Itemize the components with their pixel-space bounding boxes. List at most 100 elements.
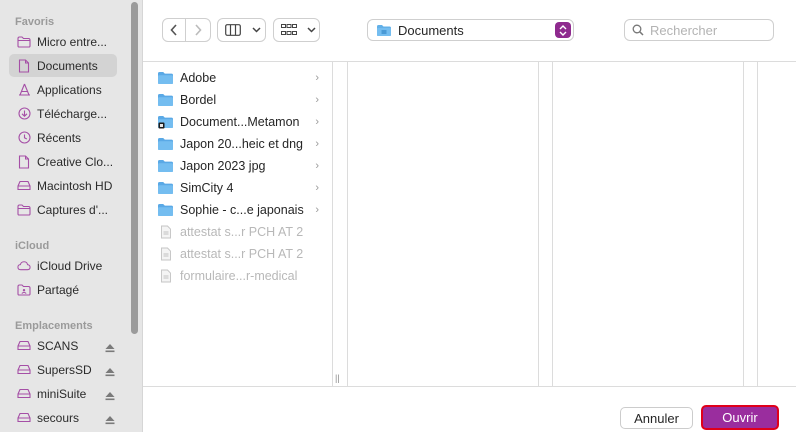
clock-icon [17, 131, 31, 145]
sidebar-item[interactable]: Partagé [9, 278, 117, 301]
drive-icon [17, 363, 31, 377]
file-name: Document...Metamon [180, 115, 300, 129]
sidebar-item[interactable]: SCANS [9, 334, 117, 357]
updown-chevron-icon [555, 22, 571, 38]
chevron-right-icon: › [315, 182, 319, 194]
eject-icon[interactable] [105, 412, 115, 425]
sidebar-item-label: Partagé [37, 282, 80, 297]
folder-icon [157, 137, 174, 151]
sidebar-item[interactable]: Creative Clo... [9, 150, 117, 173]
document-icon [17, 154, 31, 169]
sidebar-item[interactable]: Captures d'... [9, 198, 117, 221]
sidebar-item-label: Documents [37, 58, 98, 73]
folder-icon [157, 159, 174, 173]
file-list-item[interactable]: Bordel › [157, 89, 333, 111]
view-mode-menu[interactable] [217, 18, 266, 42]
sidebar-item[interactable]: Applications [9, 78, 117, 101]
file-list-item[interactable]: Japon 20...heic et dng › [157, 133, 333, 155]
sidebar-item-label: Creative Clo... [37, 154, 114, 169]
forward-button[interactable] [186, 19, 210, 41]
file-icon [157, 247, 174, 261]
sidebar-item[interactable]: Macintosh HD [9, 174, 117, 197]
grid-icon [274, 19, 303, 41]
column-divider [347, 62, 348, 386]
folder-icon [376, 24, 392, 37]
drive-icon [17, 387, 31, 401]
file-list-item[interactable]: Sophie - c...e japonais › [157, 199, 333, 221]
sidebar-item-label: Récents [37, 130, 82, 145]
file-list-item[interactable]: Adobe › [157, 67, 333, 89]
column-divider [757, 62, 758, 386]
file-name: attestat s...r PCH AT 2 [180, 247, 304, 261]
chevron-right-icon: › [315, 94, 319, 106]
eject-icon[interactable] [105, 340, 115, 353]
folder-icon [17, 35, 31, 49]
eject-icon[interactable] [105, 364, 115, 377]
column-resize-handle[interactable]: || [335, 373, 340, 383]
file-name: Japon 2023 jpg [180, 159, 266, 173]
file-name: Adobe [180, 71, 217, 85]
history-nav [162, 18, 211, 42]
search-input[interactable] [650, 22, 760, 38]
chevron-right-icon: › [315, 160, 319, 172]
file-list-item[interactable]: Document...Metamon › [157, 111, 333, 133]
group-menu[interactable] [273, 18, 320, 42]
folder-icon [157, 93, 174, 107]
file-icon [157, 269, 174, 283]
drive-icon [17, 411, 31, 425]
applications-icon [17, 83, 31, 97]
file-list-item[interactable]: Japon 2023 jpg › [157, 155, 333, 177]
column-divider [538, 62, 539, 386]
back-button[interactable] [163, 19, 186, 41]
sidebar: Favoris Micro entre... Documents Applicatio… [0, 0, 143, 432]
chevron-right-icon: › [315, 204, 319, 216]
sidebar-scrollbar[interactable] [131, 2, 138, 334]
sidebar-item[interactable]: secours [9, 406, 117, 429]
file-name: Sophie - c...e japonais [180, 203, 304, 217]
columns-view-icon [218, 19, 248, 41]
sidebar-item[interactable]: SupersSD [9, 358, 117, 381]
chevron-right-icon [195, 24, 202, 36]
sidebar-item-label: iCloud Drive [37, 258, 103, 273]
shared-folder-icon [17, 283, 31, 297]
folder-icon [17, 203, 31, 217]
sidebar-item-label: Captures d'... [37, 202, 108, 217]
document-icon [17, 58, 31, 73]
folder-icon [157, 203, 174, 217]
file-column: Adobe › Bordel › Document...Metamon › Japon 20… [143, 62, 333, 386]
sidebar-section-title: Emplacements [15, 320, 93, 332]
sidebar-item-label: secours [37, 410, 80, 425]
sidebar-item[interactable]: Télécharge... [9, 102, 117, 125]
sidebar-item[interactable]: Micro entre... [9, 30, 117, 53]
eject-icon[interactable] [105, 388, 115, 401]
sidebar-item[interactable]: Documents [9, 54, 117, 77]
toolbar: Documents [143, 0, 796, 62]
file-list-item[interactable]: attestat s...r PCH AT 2 [157, 243, 333, 265]
cancel-button[interactable]: Annuler [620, 407, 693, 429]
sidebar-item-label: Télécharge... [37, 106, 108, 121]
file-list-item[interactable]: formulaire...r-medical [157, 265, 333, 287]
sidebar-item[interactable]: iCloud Drive [9, 254, 117, 277]
drive-icon [17, 339, 31, 353]
file-name: Bordel [180, 93, 217, 107]
dialog-footer: Annuler Ouvrir [143, 386, 796, 432]
search-field[interactable] [624, 19, 774, 41]
chevron-down-icon [248, 19, 264, 41]
file-icon [157, 225, 174, 239]
chevron-right-icon: › [315, 72, 319, 84]
open-button[interactable]: Ouvrir [701, 405, 779, 430]
file-name: SimCity 4 [180, 181, 234, 195]
file-list-item[interactable]: attestat s...r PCH AT 2 [157, 221, 333, 243]
cloud-icon [17, 259, 31, 273]
chevron-down-icon [303, 19, 319, 41]
chevron-right-icon: › [315, 116, 319, 128]
sidebar-item[interactable]: miniSuite [9, 382, 117, 405]
app-folder-icon [157, 115, 174, 129]
file-list-item[interactable]: SimCity 4 › [157, 177, 333, 199]
column-divider [552, 62, 553, 386]
location-popup[interactable]: Documents [367, 19, 574, 41]
drive-icon [17, 179, 31, 193]
search-icon [632, 24, 644, 36]
sidebar-item[interactable]: Récents [9, 126, 117, 149]
sidebar-section-title: iCloud [15, 240, 50, 252]
